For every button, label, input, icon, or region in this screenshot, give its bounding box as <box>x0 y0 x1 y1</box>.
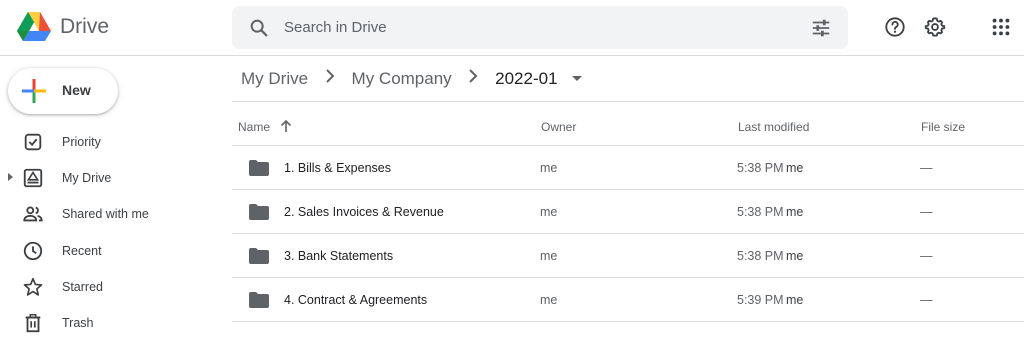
new-button-label: New <box>62 82 91 98</box>
column-header-owner[interactable]: Owner <box>541 120 576 134</box>
file-size: — <box>920 161 933 175</box>
apps-grid-icon[interactable] <box>990 16 1012 38</box>
sidebar-item-label: Starred <box>62 280 103 294</box>
file-size: — <box>920 293 933 307</box>
folder-icon <box>249 204 269 220</box>
sidebar-item-label: My Drive <box>62 171 112 185</box>
top-bar: Drive Search in Drive <box>0 0 1024 56</box>
column-header-file-size[interactable]: File size <box>921 120 965 134</box>
sidebar-item-recent[interactable]: Recent <box>0 234 200 268</box>
column-header-last-modified[interactable]: Last modified <box>738 120 809 134</box>
sidebar-item-label: Shared with me <box>62 207 149 221</box>
breadcrumb-item-my-drive[interactable]: My Drive <box>241 69 308 89</box>
folder-icon <box>249 248 269 264</box>
chevron-right-icon <box>469 69 478 83</box>
sidebar-item-label: Priority <box>62 135 101 149</box>
new-button[interactable]: New <box>8 68 118 114</box>
table-row[interactable]: 1. Bills & Expenses me 5:38 PM me — <box>232 146 1024 190</box>
sidebar-item-shared-with-me[interactable]: Shared with me <box>0 197 200 231</box>
file-name[interactable]: 3. Bank Statements <box>284 249 393 263</box>
modified-by: me <box>786 249 804 263</box>
file-owner: me <box>540 249 558 263</box>
search-options-icon[interactable] <box>810 17 832 39</box>
folder-icon <box>249 160 269 176</box>
folder-menu-dropdown-icon[interactable] <box>572 76 583 82</box>
file-name[interactable]: 4. Contract & Agreements <box>284 293 427 307</box>
file-name[interactable]: 1. Bills & Expenses <box>284 161 391 175</box>
file-size: — <box>920 205 933 219</box>
sidebar-item-trash[interactable]: Trash <box>0 306 200 340</box>
file-owner: me <box>540 205 558 219</box>
drive-logo-icon[interactable] <box>16 11 52 43</box>
file-owner: me <box>540 161 558 175</box>
clock-icon <box>23 241 43 261</box>
modified-time: 5:39 PM <box>737 293 784 307</box>
divider <box>232 101 1024 102</box>
expand-arrow-icon[interactable] <box>8 173 13 181</box>
star-icon <box>23 277 43 296</box>
table-row[interactable]: 2. Sales Invoices & Revenue me 5:38 PM m… <box>232 190 1024 234</box>
modified-by: me <box>786 161 804 175</box>
table-row[interactable]: 4. Contract & Agreements me 5:39 PM me — <box>232 278 1024 322</box>
modified-time: 5:38 PM <box>737 161 784 175</box>
settings-gear-icon[interactable] <box>924 16 946 38</box>
folder-icon <box>249 292 269 308</box>
file-owner: me <box>540 293 558 307</box>
modified-by: me <box>786 205 804 219</box>
sidebar-item-priority[interactable]: Priority <box>0 125 200 159</box>
file-size: — <box>920 249 933 263</box>
priority-icon <box>24 133 42 151</box>
search-input[interactable]: Search in Drive <box>284 19 387 36</box>
table-row[interactable]: 3. Bank Statements me 5:38 PM me — <box>232 234 1024 278</box>
shared-icon <box>23 206 43 222</box>
file-name[interactable]: 2. Sales Invoices & Revenue <box>284 205 444 219</box>
modified-time: 5:38 PM <box>737 205 784 219</box>
sidebar-item-label: Trash <box>62 316 94 330</box>
column-header-name[interactable]: Name <box>238 120 270 134</box>
search-icon[interactable] <box>248 17 270 39</box>
breadcrumb: My Drive My Company 2022-01 <box>241 68 583 92</box>
chevron-right-icon <box>326 69 335 83</box>
modified-time: 5:38 PM <box>737 249 784 263</box>
breadcrumb-current-folder[interactable]: 2022-01 <box>495 69 557 89</box>
modified-by: me <box>786 293 804 307</box>
help-icon[interactable] <box>884 16 906 38</box>
sidebar-item-my-drive[interactable]: My Drive <box>0 161 200 195</box>
app-title: Drive <box>60 15 110 38</box>
sidebar-item-starred[interactable]: Starred <box>0 270 200 304</box>
breadcrumb-item-my-company[interactable]: My Company <box>352 69 452 89</box>
plus-icon <box>22 79 46 103</box>
my-drive-icon <box>23 168 43 188</box>
search-bar[interactable]: Search in Drive <box>232 6 848 49</box>
trash-icon <box>25 314 41 333</box>
sidebar-item-label: Recent <box>62 244 102 258</box>
sort-arrow-up-icon[interactable] <box>280 119 292 133</box>
